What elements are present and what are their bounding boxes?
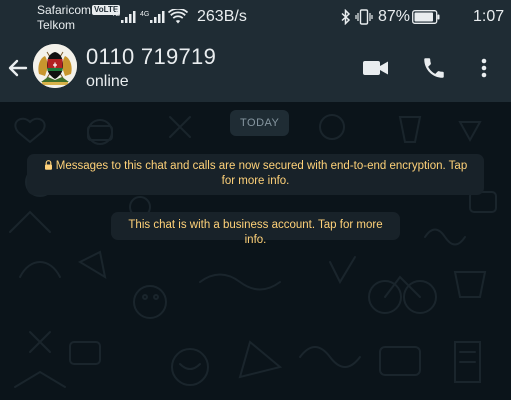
network-speed: 263B/s: [197, 8, 247, 25]
carrier-2-label: Telkom: [37, 18, 76, 32]
lock-icon: [44, 160, 52, 170]
signal-strength-icon: 4G: [111, 11, 136, 23]
more-vertical-icon[interactable]: [478, 54, 490, 82]
encryption-notice-text: Messages to this chat and calls are now …: [55, 160, 468, 187]
signal-strength-icon-2: 4G: [140, 11, 165, 23]
network-type-1: 4G: [111, 11, 120, 18]
chat-header: 0110 719719 online: [0, 34, 511, 102]
phone-icon[interactable]: [421, 54, 447, 82]
coat-of-arms-icon: [33, 44, 77, 88]
network-type-2: 4G: [140, 11, 149, 18]
wifi-icon: [168, 9, 188, 24]
business-account-notice[interactable]: This chat is with a business account. Ta…: [111, 212, 400, 246]
status-clock: 1:07: [473, 8, 505, 25]
avatar[interactable]: [33, 44, 77, 88]
carrier-1-label: Safaricom: [37, 3, 92, 17]
date-chip: TODAY: [230, 110, 290, 136]
contact-name[interactable]: 0110 719719: [86, 44, 216, 70]
chat-area[interactable]: TODAY Messages to this chat and calls ar…: [0, 102, 511, 400]
encryption-notice[interactable]: Messages to this chat and calls are now …: [27, 154, 484, 195]
battery-percent: 87%: [378, 8, 411, 25]
contact-status: online: [86, 73, 129, 90]
bluetooth-icon: [341, 9, 351, 25]
video-camera-icon[interactable]: [362, 54, 389, 82]
arrow-left-icon[interactable]: [6, 56, 30, 80]
carrier-1: Safaricom VoLTE: [37, 3, 121, 17]
vibrate-icon: [355, 9, 373, 25]
chat-wallpaper: [9, 114, 497, 388]
battery-icon: [412, 10, 440, 24]
status-bar: SafaricomVoLTE Telkom 4G 4G 263B/s 87%: [0, 0, 511, 34]
